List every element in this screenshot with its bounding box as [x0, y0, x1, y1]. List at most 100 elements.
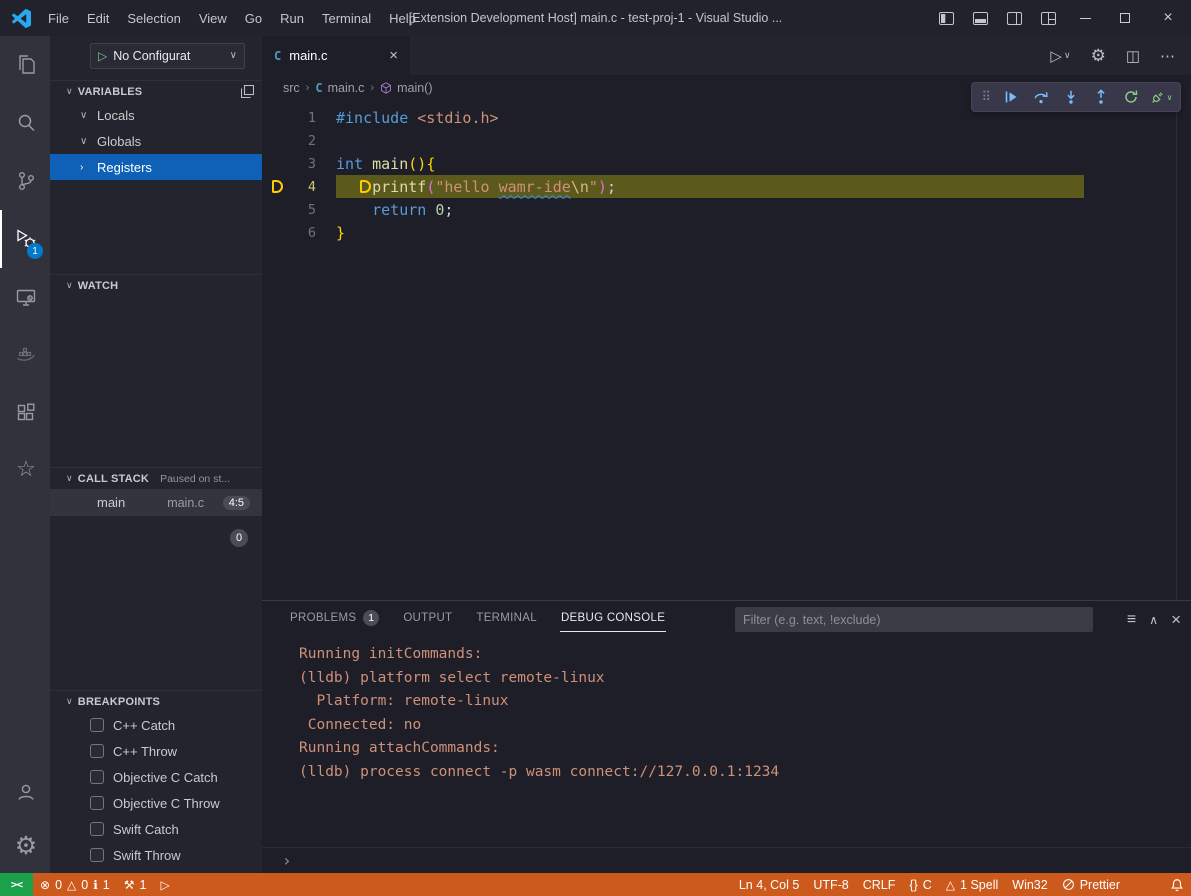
cursor-position[interactable]: Ln 4, Col 5 [732, 873, 806, 896]
breadcrumb-symbol[interactable]: main() [380, 81, 432, 95]
code-line-2[interactable]: 2 [262, 129, 1191, 152]
menu-file[interactable]: File [39, 0, 78, 36]
minimize-button[interactable] [1065, 0, 1105, 36]
gear-icon[interactable]: ⚙ [1091, 46, 1106, 66]
breakpoint-swift-throw[interactable]: Swift Throw [50, 842, 262, 868]
menu-selection[interactable]: Selection [118, 0, 189, 36]
code-line-6[interactable]: 6} [262, 221, 1191, 244]
remote-icon: >< [11, 878, 22, 891]
step-over-button[interactable] [1028, 84, 1054, 110]
line-number[interactable]: 5 [262, 202, 336, 218]
settings-button[interactable]: ⚙ [0, 819, 50, 873]
line-number[interactable]: 6 [262, 225, 336, 241]
variables-header[interactable]: ∨ VARIABLES [50, 80, 262, 102]
breakpoint-checkbox[interactable] [90, 744, 104, 758]
panel-tab-debug-console[interactable]: DEBUG CONSOLE [560, 606, 666, 632]
language-mode[interactable]: {} C [902, 873, 938, 896]
menu-edit[interactable]: Edit [78, 0, 118, 36]
line-number[interactable]: 1 [262, 110, 336, 126]
maximize-button[interactable] [1105, 0, 1145, 36]
disconnect-button[interactable]: ∨ [1148, 84, 1174, 110]
breakpoint-objective-c-throw[interactable]: Objective C Throw [50, 790, 262, 816]
console-filter-input[interactable] [735, 607, 1093, 632]
variables-group-registers[interactable]: ›Registers [50, 154, 262, 180]
sidebar-item-explorer[interactable] [0, 36, 50, 94]
toggle-sidebar-icon[interactable] [929, 0, 963, 36]
breakpoint-checkbox[interactable] [90, 770, 104, 784]
tab-main-c[interactable]: C main.c × [262, 36, 410, 75]
language-label: C [923, 878, 932, 892]
breakpoints-list: C++ CatchC++ ThrowObjective C CatchObjec… [50, 712, 262, 868]
line-number[interactable]: 3 [262, 156, 336, 172]
split-editor-icon[interactable]: ◫ [1126, 47, 1140, 65]
drag-handle-icon[interactable]: ⠿ [978, 89, 994, 105]
debug-console-input[interactable]: › [262, 847, 1191, 873]
spell-checker-status[interactable]: △ 1 Spell [939, 873, 1005, 896]
breakpoint-checkbox[interactable] [90, 718, 104, 732]
breadcrumb-src[interactable]: src [283, 81, 300, 95]
eol-indicator[interactable]: CRLF [856, 873, 903, 896]
more-actions-icon[interactable]: ⋯ [1160, 47, 1175, 65]
maximize-panel-icon[interactable]: ∧ [1149, 613, 1158, 627]
sidebar-item-remote-explorer[interactable] [0, 268, 50, 326]
sidebar-item-run-debug[interactable]: 1 [0, 210, 50, 268]
variables-group-globals[interactable]: ∨Globals [50, 128, 262, 154]
code-line-5[interactable]: 5 return 0; [262, 198, 1191, 221]
restart-button[interactable] [1118, 84, 1144, 110]
tools-status[interactable]: ⚒ 1 [117, 873, 154, 896]
close-panel-icon[interactable]: × [1171, 610, 1181, 630]
panel-tab-terminal[interactable]: TERMINAL [475, 606, 538, 632]
run-menu-button[interactable]: ▷ ∨ [1050, 47, 1070, 65]
customize-layout-icon[interactable] [1031, 0, 1065, 36]
variables-group-locals[interactable]: ∨Locals [50, 102, 262, 128]
sidebar-item-source-control[interactable] [0, 152, 50, 210]
extensions-icon [14, 401, 38, 425]
menu-run[interactable]: Run [271, 0, 313, 36]
line-number[interactable]: 2 [262, 133, 336, 149]
console-options-icon[interactable]: ≡ [1127, 611, 1136, 629]
sidebar-item-docker[interactable] [0, 326, 50, 384]
accounts-button[interactable] [0, 765, 50, 819]
code-line-3[interactable]: 3int main(){ [262, 152, 1191, 175]
sidebar-item-search[interactable] [0, 94, 50, 152]
sidebar-item-extensions[interactable] [0, 384, 50, 442]
menu-go[interactable]: Go [236, 0, 271, 36]
close-tab-icon[interactable]: × [389, 47, 398, 64]
debug-config-dropdown[interactable]: ▷ No Configurat ∨ [90, 43, 245, 69]
breadcrumb-file[interactable]: C main.c [315, 81, 364, 95]
continue-button[interactable] [998, 84, 1024, 110]
code-line-4[interactable]: 4 printf("hello wamr-ide\n"); [262, 175, 1191, 198]
call-stack-header[interactable]: ∨ CALL STACK Paused on st... [50, 467, 262, 489]
menu-terminal[interactable]: Terminal [313, 0, 380, 36]
toggle-secondary-sidebar-icon[interactable] [997, 0, 1031, 36]
toggle-panel-icon[interactable] [963, 0, 997, 36]
sidebar-item-star-extension[interactable]: ☆ [0, 442, 50, 496]
stack-frame-row[interactable]: main main.c 4:5 [50, 489, 262, 516]
watch-header[interactable]: ∨ WATCH [50, 274, 262, 296]
breakpoint-checkbox[interactable] [90, 796, 104, 810]
platform-indicator[interactable]: Win32 [1005, 873, 1054, 896]
breakpoint-checkbox[interactable] [90, 822, 104, 836]
step-into-button[interactable] [1058, 84, 1084, 110]
remote-indicator[interactable]: >< [0, 873, 33, 896]
breakpoint-swift-catch[interactable]: Swift Catch [50, 816, 262, 842]
code-token [363, 155, 372, 173]
formatter-status[interactable]: Prettier [1055, 873, 1127, 896]
breakpoint-checkbox[interactable] [90, 848, 104, 862]
close-button[interactable]: × [1145, 0, 1191, 36]
breakpoint-c-throw[interactable]: C++ Throw [50, 738, 262, 764]
breakpoints-header[interactable]: ∨ BREAKPOINTS [50, 690, 262, 712]
debug-session-status[interactable]: ▷ [153, 873, 176, 896]
encoding-indicator[interactable]: UTF-8 [806, 873, 855, 896]
panel-tab-problems[interactable]: PROBLEMS1 [289, 604, 380, 634]
code-area[interactable]: 1#include <stdio.h>23int main(){4 printf… [262, 100, 1191, 244]
step-out-button[interactable] [1088, 84, 1114, 110]
section-action-icon[interactable] [241, 85, 254, 98]
panel-tab-output[interactable]: OUTPUT [402, 606, 453, 632]
menu-view[interactable]: View [190, 0, 236, 36]
problems-status[interactable]: ⊗ 0 △ 0 ℹ 1 [33, 873, 117, 896]
notifications-button[interactable] [1163, 873, 1191, 896]
breakpoint-objective-c-catch[interactable]: Objective C Catch [50, 764, 262, 790]
code-text: printf("hello wamr-ide\n"); [336, 178, 616, 196]
breakpoint-c-catch[interactable]: C++ Catch [50, 712, 262, 738]
